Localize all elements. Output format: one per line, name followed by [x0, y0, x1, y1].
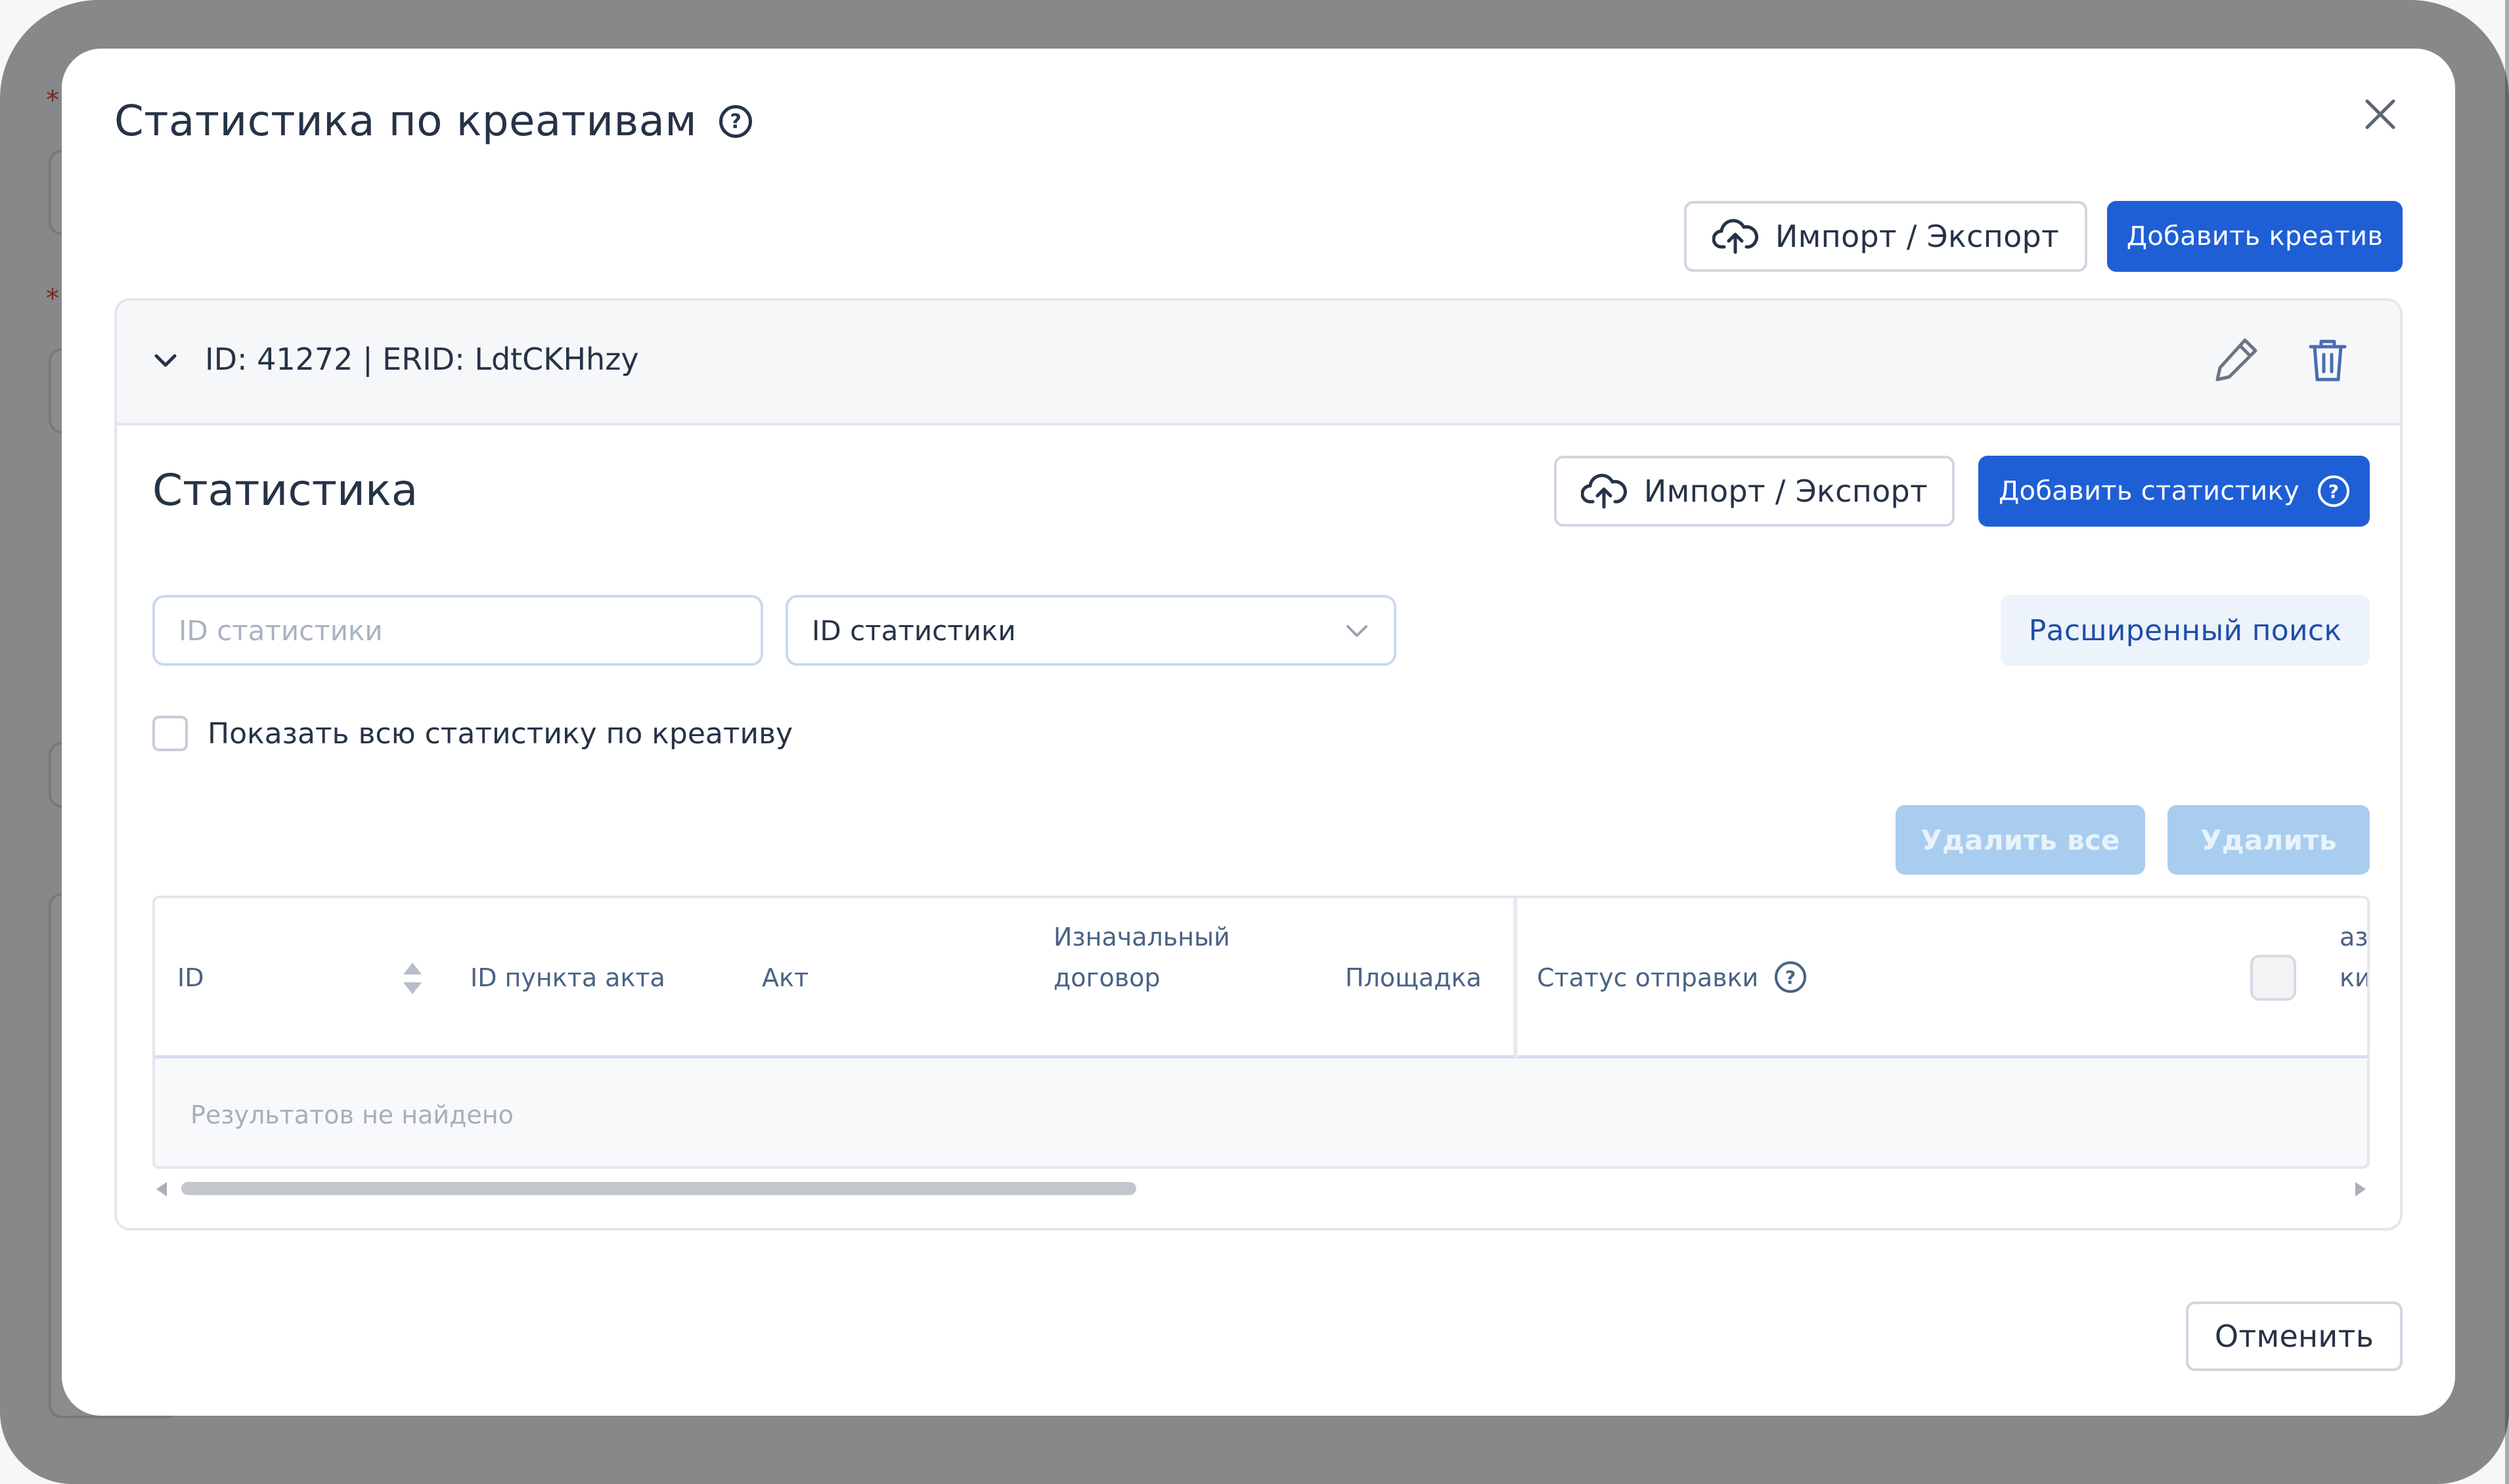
column-truncated-line2: ки	[2340, 963, 2370, 992]
delete-label: Удалить	[2200, 823, 2337, 856]
delete-button[interactable]: Удалить	[2167, 805, 2370, 875]
pencil-icon[interactable]	[2209, 334, 2262, 386]
show-all-statistics-row[interactable]: Показать всю статистику по креативу	[152, 716, 793, 751]
statistics-filter-value: ID статистики	[812, 614, 1016, 647]
show-all-checkbox[interactable]	[152, 716, 188, 751]
statistics-id-input[interactable]: ID статистики	[152, 595, 763, 666]
sort-icon[interactable]	[401, 960, 424, 997]
select-all-checkbox[interactable]	[2250, 955, 2296, 1001]
stats-import-export-button[interactable]: Импорт / Экспорт	[1554, 456, 1955, 527]
statistics-title: Статистика	[152, 465, 418, 515]
delete-all-button[interactable]: Удалить все	[1896, 805, 2145, 875]
column-id[interactable]: ID	[177, 957, 204, 998]
advanced-search-label: Расширенный поиск	[2028, 613, 2342, 647]
window-edge	[2505, 0, 2509, 1484]
add-creative-label: Добавить креатив	[2126, 221, 2384, 251]
show-all-label: Показать всю статистику по креативу	[208, 716, 793, 751]
scroll-left-icon[interactable]	[156, 1182, 167, 1196]
advanced-search-button[interactable]: Расширенный поиск	[2001, 595, 2370, 666]
horizontal-scrollbar[interactable]	[152, 1179, 2370, 1199]
table-empty-row: Результатов не найдено	[155, 1058, 2367, 1166]
add-statistics-button[interactable]: Добавить статистику ?	[1978, 456, 2370, 527]
scrollbar-thumb[interactable]	[181, 1182, 1136, 1195]
empty-results-text: Результатов не найдено	[190, 1101, 514, 1129]
column-act-item-id: ID пункта акта	[470, 963, 665, 992]
column-initial-contract-line2: договор	[1054, 963, 1161, 992]
statistics-id-placeholder: ID статистики	[179, 614, 383, 647]
chevron-down-icon[interactable]	[152, 351, 179, 370]
statistics-modal: Статистика по креативам ? Импорт / Экспо…	[62, 49, 2455, 1416]
stats-import-export-label: Импорт / Экспорт	[1643, 473, 1928, 509]
column-act: Акт	[762, 963, 809, 992]
column-platform: Площадка	[1345, 963, 1482, 992]
chevron-down-icon	[1346, 625, 1367, 637]
add-creative-button[interactable]: Добавить креатив	[2107, 201, 2403, 272]
column-initial-contract-line1: Изначальный	[1054, 923, 1230, 951]
cancel-label: Отменить	[2214, 1319, 2374, 1354]
question-circle-icon[interactable]: ?	[2318, 475, 2349, 507]
cloud-upload-icon	[1580, 473, 1627, 509]
modal-header: Статистика по креативам ?	[114, 97, 753, 146]
statistics-table: ID ID пункта акта Акт Изначальный догово…	[152, 896, 2370, 1169]
statistics-filter-select[interactable]: ID статистики	[786, 595, 1396, 666]
modal-title: Статистика по креативам	[114, 97, 698, 146]
import-export-label: Импорт / Экспорт	[1775, 219, 2060, 254]
column-send-status: Статус отправки	[1537, 963, 1759, 992]
trash-icon[interactable]	[2301, 334, 2354, 386]
column-divider	[1513, 898, 1517, 1058]
creative-accordion: ID: 41272 | ERID: LdtCKHhzy Статистика И…	[114, 298, 2403, 1231]
close-icon[interactable]	[2354, 88, 2407, 141]
import-export-button[interactable]: Импорт / Экспорт	[1684, 201, 2087, 272]
question-circle-icon[interactable]: ?	[719, 105, 753, 138]
cloud-upload-icon	[1712, 219, 1758, 254]
table-header: ID ID пункта акта Акт Изначальный догово…	[155, 898, 2367, 1058]
delete-all-label: Удалить все	[1921, 823, 2120, 856]
question-circle-icon[interactable]: ?	[1775, 961, 1806, 993]
add-statistics-label: Добавить статистику	[1999, 476, 2299, 506]
scroll-right-icon[interactable]	[2355, 1182, 2366, 1196]
creative-accordion-header[interactable]: ID: 41272 | ERID: LdtCKHhzy	[117, 301, 2400, 426]
column-truncated-line1: аз	[2340, 923, 2368, 951]
creative-title: ID: 41272 | ERID: LdtCKHhzy	[205, 341, 639, 377]
cancel-button[interactable]: Отменить	[2186, 1301, 2403, 1371]
